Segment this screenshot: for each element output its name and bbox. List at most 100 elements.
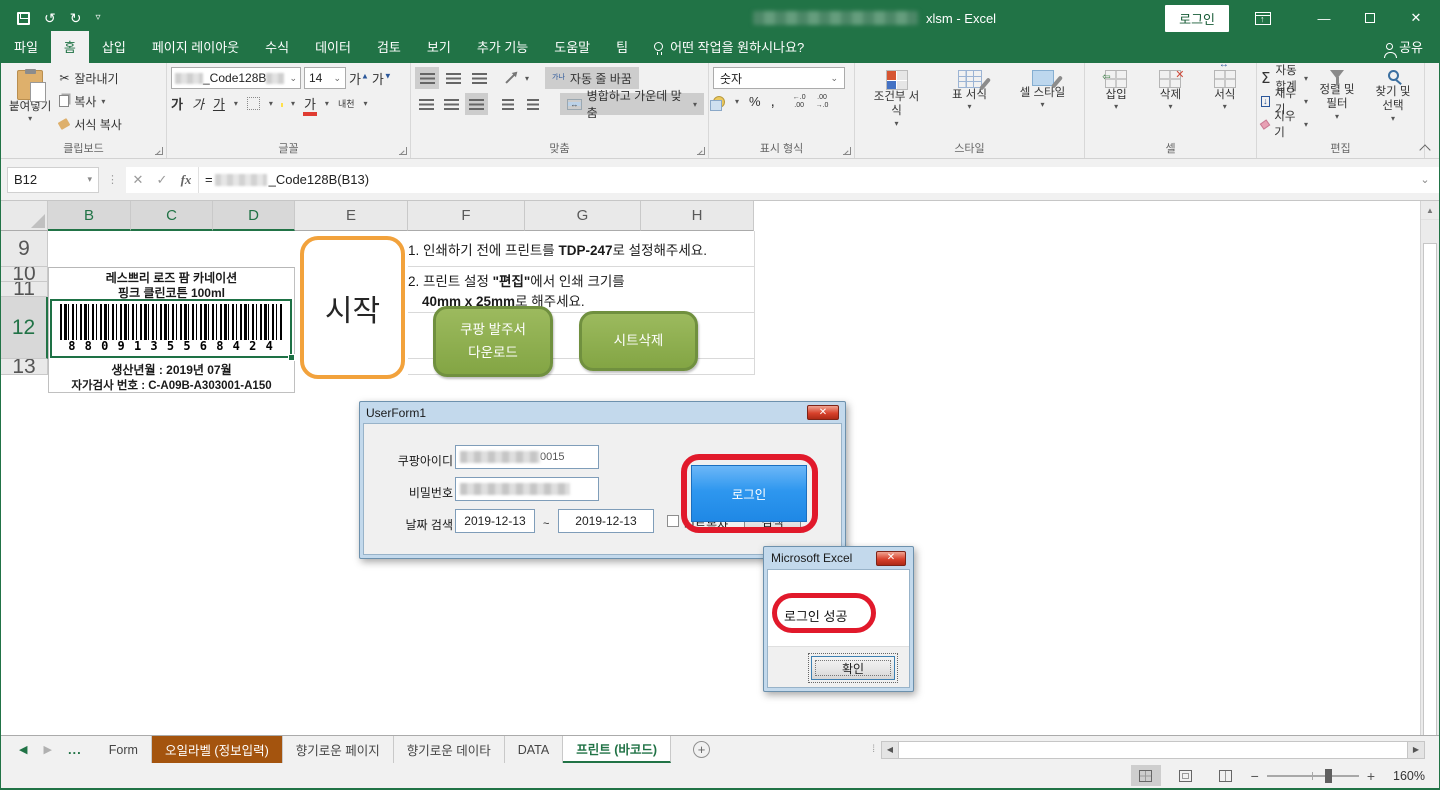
align-center-button[interactable]	[440, 93, 463, 115]
delete-cells-button[interactable]: 삭제 ▾	[1155, 67, 1185, 140]
expand-formula-bar-icon[interactable]: ⌄	[1411, 167, 1439, 193]
zoom-level[interactable]: 160%	[1385, 769, 1425, 783]
copy-button[interactable]: 복사▾	[59, 90, 122, 112]
userform-title-bar[interactable]: UserForm1 ✕	[360, 402, 845, 423]
date-from-input[interactable]: 2019-12-13	[455, 509, 535, 533]
formula-bar-handle[interactable]: ⋮	[99, 173, 126, 186]
column-header-H[interactable]: H	[641, 201, 754, 231]
font-size-box[interactable]: 14⌄	[304, 67, 346, 89]
sheet-tab-fragrant-data[interactable]: 향기로운 데이타	[394, 736, 505, 763]
tab-help[interactable]: 도움말	[541, 31, 603, 63]
barcode-cell-selected[interactable]: 8 8 0 9 1 3 5 5 6 8 4 2 4	[50, 299, 292, 358]
page-layout-view-button[interactable]	[1171, 765, 1201, 786]
sheet-more-icon[interactable]: ...	[68, 742, 82, 757]
accounting-format-icon[interactable]	[713, 96, 725, 108]
horizontal-scroll-track[interactable]	[899, 741, 1407, 759]
ok-button[interactable]: 확인	[811, 656, 895, 680]
select-all-corner[interactable]	[1, 201, 48, 231]
sheet-tab-oil-label[interactable]: 오일라벨 (정보입력)	[152, 736, 283, 763]
maximize-button[interactable]	[1347, 1, 1393, 35]
cell-styles-button[interactable]: 셀 스타일 ▾	[1013, 67, 1073, 140]
paste-button[interactable]: 붙여넣기 ▾	[5, 67, 55, 140]
find-select-button[interactable]: 찾기 및 선택 ▾	[1366, 67, 1420, 140]
sheet-prev-icon[interactable]: ◀	[19, 743, 27, 756]
sheet-tab-data[interactable]: DATA	[505, 736, 563, 763]
font-name-box[interactable]: _Code128B ⌄	[171, 67, 301, 89]
delete-sheet-button[interactable]: 시트삭제	[579, 311, 698, 371]
tab-team[interactable]: 팀	[603, 31, 641, 63]
tab-insert[interactable]: 삽입	[89, 31, 139, 63]
zoom-in-icon[interactable]: +	[1367, 768, 1375, 784]
conditional-formatting-button[interactable]: 조건부 서식 ▾	[867, 67, 927, 140]
merge-center-button[interactable]: ↔ 병합하고 가운데 맞춤 ▾	[560, 93, 704, 115]
save-icon[interactable]	[17, 12, 30, 25]
sheet-next-icon[interactable]: ▶	[43, 743, 51, 756]
number-dialog-launcher-icon[interactable]	[843, 147, 851, 155]
zoom-slider[interactable]	[1267, 775, 1359, 777]
date-to-input[interactable]: 2019-12-13	[558, 509, 654, 533]
sort-filter-button[interactable]: 정렬 및 필터 ▾	[1310, 67, 1364, 140]
column-header-G[interactable]: G	[525, 201, 641, 231]
vertical-scroll-thumb[interactable]	[1423, 243, 1437, 736]
column-header-B[interactable]: B	[48, 201, 131, 231]
redo-icon[interactable]: ↻	[70, 11, 82, 25]
row-header-11[interactable]: 11	[1, 282, 48, 297]
row-header-12[interactable]: 12	[1, 297, 48, 359]
phonetic-button[interactable]: 내천	[338, 97, 355, 110]
align-left-button[interactable]	[415, 93, 438, 115]
ribbon-display-options-icon[interactable]	[1255, 12, 1271, 25]
font-color-button[interactable]: 가	[304, 94, 316, 113]
sheet-tab-fragrant-page[interactable]: 향기로운 페이지	[283, 736, 394, 763]
scroll-right-icon[interactable]: ▶	[1407, 741, 1425, 759]
cut-button[interactable]: ✂잘라내기	[59, 67, 122, 89]
format-as-table-button[interactable]: 표 서식 ▾	[942, 67, 998, 140]
column-header-F[interactable]: F	[408, 201, 525, 231]
decrease-decimal-button[interactable]: .00 →.0	[816, 94, 829, 109]
column-header-D[interactable]: D	[213, 201, 295, 231]
sheet-tab-form[interactable]: Form	[96, 736, 152, 763]
account-login-button[interactable]: 로그인	[1165, 5, 1229, 32]
italic-button[interactable]: 가	[192, 94, 204, 113]
new-sheet-icon[interactable]: +	[693, 741, 710, 758]
coupang-download-button[interactable]: 쿠팡 발주서 다운로드	[433, 306, 553, 377]
increase-indent-button[interactable]	[521, 93, 544, 115]
undo-icon[interactable]: ↺	[44, 11, 56, 25]
tab-data[interactable]: 데이터	[302, 31, 364, 63]
align-top-button[interactable]	[415, 67, 439, 89]
customize-qat-icon[interactable]: ▿	[95, 13, 100, 23]
align-right-button[interactable]	[465, 93, 488, 115]
sheet-copy-checkbox[interactable]	[667, 515, 679, 527]
clear-button[interactable]: 지우기▾	[1261, 113, 1308, 135]
coupang-id-input[interactable]: 0015	[455, 445, 599, 469]
start-macro-button[interactable]: 시작	[300, 236, 405, 379]
row-header-9[interactable]: 9	[1, 231, 48, 267]
vertical-scrollbar[interactable]: ▲	[1420, 201, 1439, 738]
borders-icon[interactable]	[247, 97, 260, 110]
decrease-indent-button[interactable]	[496, 93, 519, 115]
row-header-13[interactable]: 13	[1, 359, 48, 375]
row-header-10[interactable]: 10	[1, 267, 48, 282]
name-box[interactable]: B12 ▾	[7, 167, 99, 193]
collapse-ribbon-icon[interactable]	[1420, 143, 1429, 152]
close-button[interactable]: ✕	[1393, 1, 1439, 35]
horizontal-scrollbar[interactable]: ◀ ▶	[881, 741, 1425, 759]
align-middle-button[interactable]	[441, 67, 465, 89]
number-format-dropdown[interactable]: 숫자 ⌄	[713, 67, 845, 89]
zoom-out-icon[interactable]: −	[1251, 768, 1259, 784]
orientation-button[interactable]	[499, 67, 523, 89]
tell-me-box[interactable]: 어떤 작업을 원하시나요?	[641, 37, 817, 63]
tab-file[interactable]: 파일	[1, 31, 51, 63]
scroll-up-icon[interactable]: ▲	[1421, 201, 1439, 220]
wrap-text-button[interactable]: 가나 자동 줄 바꿈	[545, 67, 639, 89]
clipboard-dialog-launcher-icon[interactable]	[155, 147, 163, 155]
tab-page-layout[interactable]: 페이지 레이아웃	[139, 31, 252, 63]
zoom-slider-thumb[interactable]	[1325, 769, 1332, 783]
shrink-font-button[interactable]: 가▼	[372, 69, 392, 88]
font-dialog-launcher-icon[interactable]	[399, 147, 407, 155]
insert-cells-button[interactable]: 삽입 ▾	[1101, 67, 1131, 140]
scroll-left-icon[interactable]: ◀	[881, 741, 899, 759]
tab-formulas[interactable]: 수식	[252, 31, 302, 63]
column-header-C[interactable]: C	[131, 201, 213, 231]
comma-style-button[interactable]: ,	[771, 93, 775, 110]
login-button[interactable]: 로그인	[691, 465, 807, 522]
